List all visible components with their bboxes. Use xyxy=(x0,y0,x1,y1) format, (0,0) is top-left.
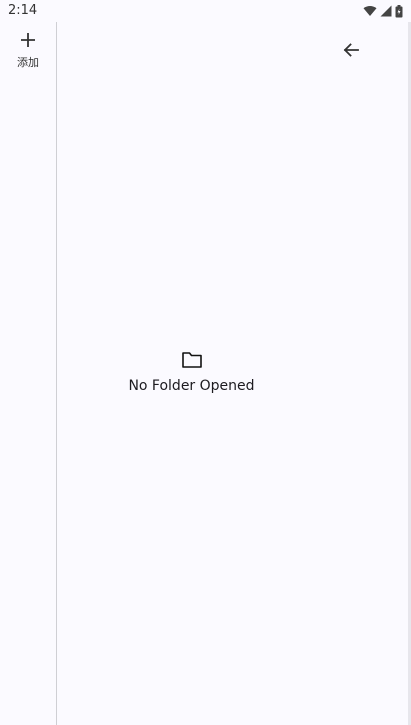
folder-icon xyxy=(181,352,202,368)
signal-icon xyxy=(380,5,392,17)
wifi-icon xyxy=(363,5,377,16)
add-button[interactable]: 添加 xyxy=(0,28,56,76)
status-icons xyxy=(363,4,403,18)
plus-icon xyxy=(21,33,35,47)
empty-state-message: No Folder Opened xyxy=(128,378,255,394)
status-time: 2:14 xyxy=(8,3,38,18)
empty-state: No Folder Opened xyxy=(57,350,326,394)
back-button[interactable] xyxy=(337,36,365,64)
add-label: 添加 xyxy=(17,56,39,69)
arrow-left-icon xyxy=(343,43,359,57)
battery-icon xyxy=(395,4,403,17)
side-drawer: 添加 xyxy=(0,22,57,725)
app-screen: 2:14 添加 No Folder Opened xyxy=(0,0,411,725)
status-bar: 2:14 xyxy=(0,0,411,22)
